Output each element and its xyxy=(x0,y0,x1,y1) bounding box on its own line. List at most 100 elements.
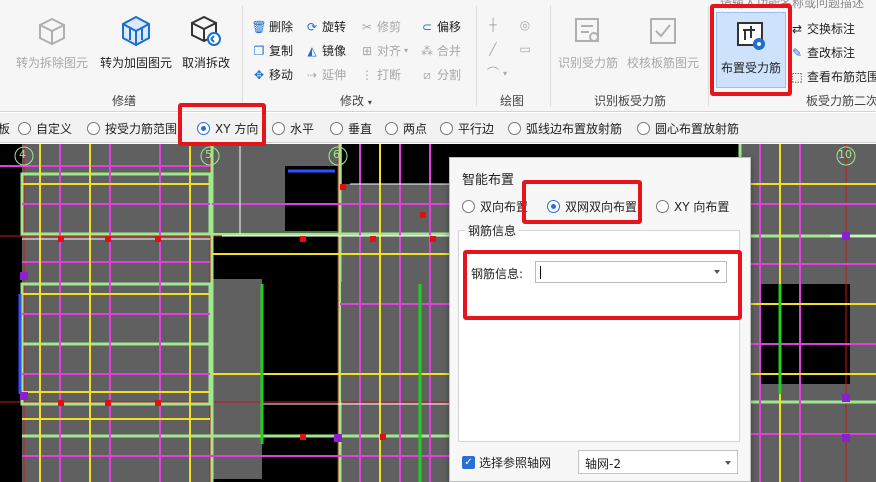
draw-arc-button[interactable]: ⌒ ▾ xyxy=(486,66,507,80)
axis-label-10: 10 xyxy=(838,148,852,161)
merge-icon: ⁂ xyxy=(421,43,433,58)
draw-rect-button[interactable]: ▭ xyxy=(518,42,532,56)
option-two-points[interactable]: 两点 xyxy=(385,120,427,137)
merge-button[interactable]: ⁂ 合并 xyxy=(420,42,461,59)
rotate-label: 旋转 xyxy=(322,20,347,34)
rotate-button[interactable]: ⟳ 旋转 xyxy=(305,18,346,35)
option-center-radial-label: 圆心布置放射筋 xyxy=(655,122,740,136)
option-by-rebar-range[interactable]: 按受力筋范围 xyxy=(87,120,177,137)
delete-button[interactable]: 🗑 删除 xyxy=(251,18,294,35)
group-label-identify: 识别板受力筋 xyxy=(594,94,667,108)
extend-label: 延伸 xyxy=(322,68,347,82)
radio-icon xyxy=(462,200,475,213)
option-horizontal-label: 水平 xyxy=(290,122,315,136)
split-label: 分割 xyxy=(437,68,462,82)
move-button[interactable]: ✥ 移动 xyxy=(252,66,293,83)
radio-icon xyxy=(87,122,100,135)
highlight-box-place-rebar xyxy=(710,4,792,96)
view-range-icon: ⬚ xyxy=(791,69,803,84)
swap-label-button[interactable]: ⇄ 交换标注 xyxy=(790,20,855,37)
option-slab-label: 板 xyxy=(0,122,11,136)
option-custom[interactable]: 自定义 xyxy=(18,120,72,137)
mode-two-way[interactable]: 双向布置 xyxy=(462,198,528,215)
ref-grid-checkbox-label: 选择参照轴网 xyxy=(479,456,552,470)
break-icon: ⋮ xyxy=(361,67,373,82)
trash-icon: 🗑 xyxy=(251,19,267,34)
ribbon-divider xyxy=(708,6,709,106)
swap-label-icon: ⇄ xyxy=(791,21,803,36)
break-button[interactable]: ⋮ 打断 xyxy=(360,66,401,83)
option-horizontal[interactable]: 水平 xyxy=(272,120,314,137)
extend-icon: ⇢ xyxy=(306,67,318,82)
ref-grid-value: 轴网-2 xyxy=(585,457,621,471)
mode-xy-direction[interactable]: XY 向布置 xyxy=(656,198,729,215)
identify-rebar-label: 识别受力筋 xyxy=(557,56,618,70)
edit-label-button[interactable]: ✎ 查改标注 xyxy=(790,44,855,61)
delete-label: 删除 xyxy=(269,20,294,34)
group-label-repair: 修缮 xyxy=(112,94,137,108)
trim-label: 修剪 xyxy=(377,20,402,34)
copy-label: 复制 xyxy=(269,44,294,58)
split-icon: ⧄ xyxy=(423,67,431,82)
identify-rebar-icon xyxy=(572,14,604,48)
option-parallel-edge[interactable]: 平行边 xyxy=(440,120,494,137)
offset-label: 偏移 xyxy=(437,20,462,34)
circle-icon: ◎ xyxy=(519,18,531,32)
arc-icon: ⌒ xyxy=(486,66,499,80)
option-slab[interactable]: 板 xyxy=(0,120,10,137)
draw-line-button[interactable]: ╱ xyxy=(486,42,500,56)
align-label: 对齐 xyxy=(377,44,402,58)
highlight-box-double-net xyxy=(522,180,642,224)
mirror-icon: ◭ xyxy=(307,43,317,58)
cancel-renovation-label: 取消拆改 xyxy=(181,56,230,70)
offset-button[interactable]: ⊂ 偏移 xyxy=(420,18,461,35)
group-label-rebar: 板受力筋二次 xyxy=(806,94,876,108)
chevron-down-icon: ▾ xyxy=(367,98,372,107)
mirror-button[interactable]: ◭ 镜像 xyxy=(305,42,346,59)
draw-point-button[interactable]: ┼ xyxy=(486,18,500,32)
break-label: 打断 xyxy=(377,68,402,82)
copy-button[interactable]: ❐ 复制 xyxy=(252,42,293,59)
edit-label-text: 查改标注 xyxy=(807,46,856,60)
radio-icon xyxy=(272,122,285,135)
merge-label: 合并 xyxy=(437,44,462,58)
check-rebar-button[interactable]: 校核板筋图元 xyxy=(624,14,702,71)
convert-to-demolish-button[interactable]: 转为拆除图元 xyxy=(10,14,94,71)
trim-icon: ✂ xyxy=(361,19,373,34)
radio-icon xyxy=(18,122,31,135)
convert-to-reinforce-button[interactable]: 转为加固图元 xyxy=(97,14,175,71)
mode-xy-label: XY 向布置 xyxy=(674,200,730,214)
convert-to-demolish-label: 转为拆除图元 xyxy=(15,56,88,70)
chevron-down-icon[interactable] xyxy=(725,461,731,465)
ribbon-divider xyxy=(476,6,477,106)
trim-button[interactable]: ✂ 修剪 xyxy=(360,18,401,35)
ref-grid-checkbox[interactable]: ✓ 选择参照轴网 xyxy=(462,454,551,471)
highlight-box-xy-direction xyxy=(178,103,266,146)
move-icon: ✥ xyxy=(253,67,265,82)
ref-grid-select[interactable]: 轴网-2 xyxy=(578,450,738,474)
radio-icon xyxy=(637,122,650,135)
radio-icon xyxy=(656,200,669,213)
rectangle-icon: ▭ xyxy=(519,42,531,56)
align-icon: ⊞ xyxy=(361,43,373,58)
draw-circle-button[interactable]: ◎ xyxy=(518,18,532,32)
option-arc-radial[interactable]: 弧线边布置放射筋 xyxy=(508,120,622,137)
option-by-rebar-range-label: 按受力筋范围 xyxy=(105,122,178,136)
option-custom-label: 自定义 xyxy=(36,122,73,136)
cancel-renovation-button[interactable]: 取消拆改 xyxy=(178,14,234,71)
option-center-radial[interactable]: 圆心布置放射筋 xyxy=(637,120,739,137)
ribbon-divider xyxy=(242,6,243,106)
radio-icon xyxy=(508,122,521,135)
group-label-modify[interactable]: 修改 ▾ xyxy=(340,92,372,109)
option-vertical-label: 垂直 xyxy=(348,122,373,136)
option-parallel-edge-label: 平行边 xyxy=(458,122,495,136)
option-vertical[interactable]: 垂直 xyxy=(330,120,372,137)
view-range-button[interactable]: ⬚ 查看布筋范围 xyxy=(790,68,876,85)
offset-icon: ⊂ xyxy=(421,19,433,34)
identify-rebar-button[interactable]: 识别受力筋 xyxy=(556,14,620,71)
split-button[interactable]: ⧄ 分割 xyxy=(420,66,461,83)
crosshair-icon: ┼ xyxy=(489,18,497,32)
check-rebar-label: 校核板筋图元 xyxy=(626,56,699,70)
extend-button[interactable]: ⇢ 延伸 xyxy=(305,66,346,83)
align-button[interactable]: ⊞ 对齐 ▾ xyxy=(360,42,408,59)
